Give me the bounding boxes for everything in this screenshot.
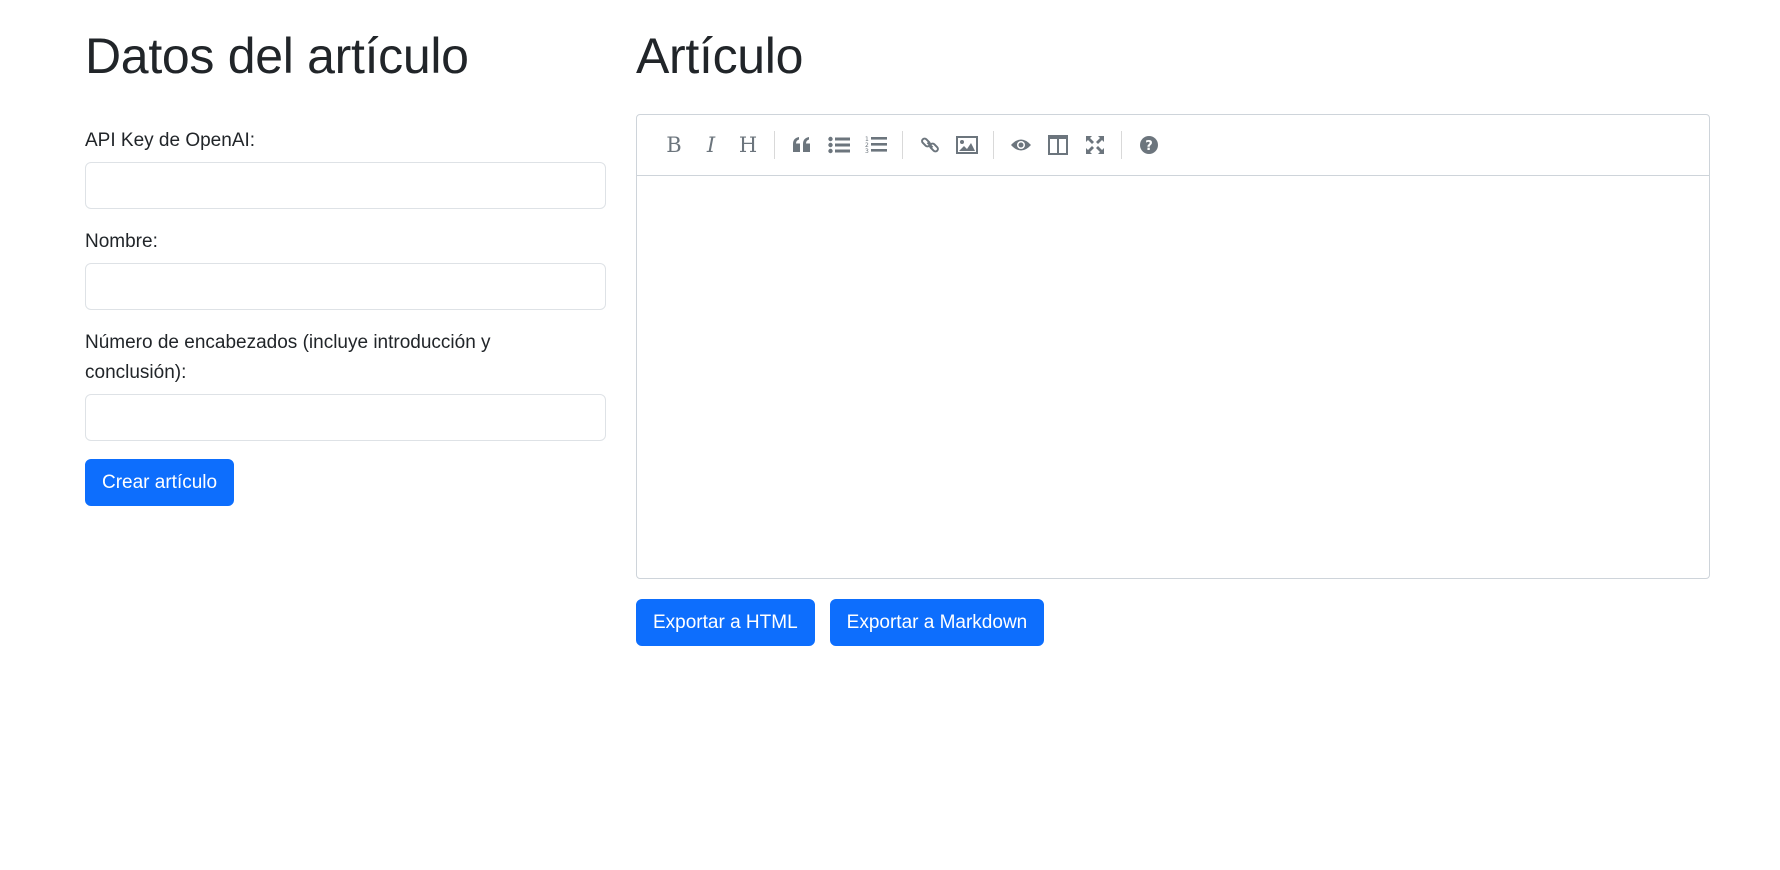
page: Datos del artículo API Key de OpenAI: No…: [0, 0, 1780, 870]
name-label: Nombre:: [85, 231, 158, 252]
link-icon[interactable]: [915, 130, 945, 160]
api-key-field: API Key de OpenAI:: [85, 126, 606, 209]
editor-toolbar: B I H 1 2 3 ?: [637, 115, 1709, 176]
preview-icon[interactable]: [1006, 130, 1036, 160]
headings-count-field: Número de encabezados (incluye introducc…: [85, 328, 606, 441]
side-by-side-icon[interactable]: [1043, 130, 1073, 160]
help-icon[interactable]: ?: [1134, 130, 1164, 160]
image-icon[interactable]: [952, 130, 982, 160]
toolbar-separator: [993, 131, 994, 159]
api-key-input[interactable]: [85, 162, 606, 209]
ordered-list-icon[interactable]: 1 2 3: [861, 130, 891, 160]
toolbar-separator: [902, 131, 903, 159]
editor-text-area[interactable]: [637, 176, 1709, 578]
api-key-label: API Key de OpenAI:: [85, 130, 256, 151]
name-field: Nombre:: [85, 227, 606, 310]
article-data-panel: Datos del artículo API Key de OpenAI: No…: [85, 0, 606, 506]
export-markdown-button[interactable]: Exportar a Markdown: [829, 599, 1045, 646]
headings-count-label: Número de encabezados (incluye introducc…: [85, 328, 606, 388]
italic-icon[interactable]: I: [696, 130, 726, 160]
toolbar-separator: [774, 131, 775, 159]
toolbar-separator: [1121, 131, 1122, 159]
headings-count-input[interactable]: [85, 394, 606, 441]
article-panel: Artículo B I H 1 2 3 ? Exportar a HTML E…: [636, 0, 1710, 646]
headings-count-label-line1: Número de encabezados (incluye introducc…: [85, 332, 491, 353]
export-html-button[interactable]: Exportar a HTML: [636, 599, 815, 646]
markdown-editor: B I H 1 2 3 ?: [636, 114, 1710, 579]
svg-text:3: 3: [865, 148, 869, 155]
create-article-button[interactable]: Crear artículo: [85, 459, 235, 506]
article-title: Artículo: [636, 28, 804, 84]
quote-icon[interactable]: [787, 130, 817, 160]
unordered-list-icon[interactable]: [824, 130, 854, 160]
name-input[interactable]: [85, 263, 606, 310]
svg-text:B: B: [666, 134, 681, 156]
panel-title: Datos del artículo: [85, 28, 469, 84]
export-buttons: Exportar a HTML Exportar a Markdown: [636, 599, 1045, 646]
svg-text:?: ?: [1145, 139, 1153, 154]
headings-count-label-line2: conclusión):: [85, 362, 187, 383]
heading-icon[interactable]: H: [733, 130, 763, 160]
fullscreen-icon[interactable]: [1080, 130, 1110, 160]
svg-text:I: I: [706, 134, 716, 156]
svg-text:H: H: [739, 134, 757, 156]
bold-icon[interactable]: B: [659, 130, 689, 160]
